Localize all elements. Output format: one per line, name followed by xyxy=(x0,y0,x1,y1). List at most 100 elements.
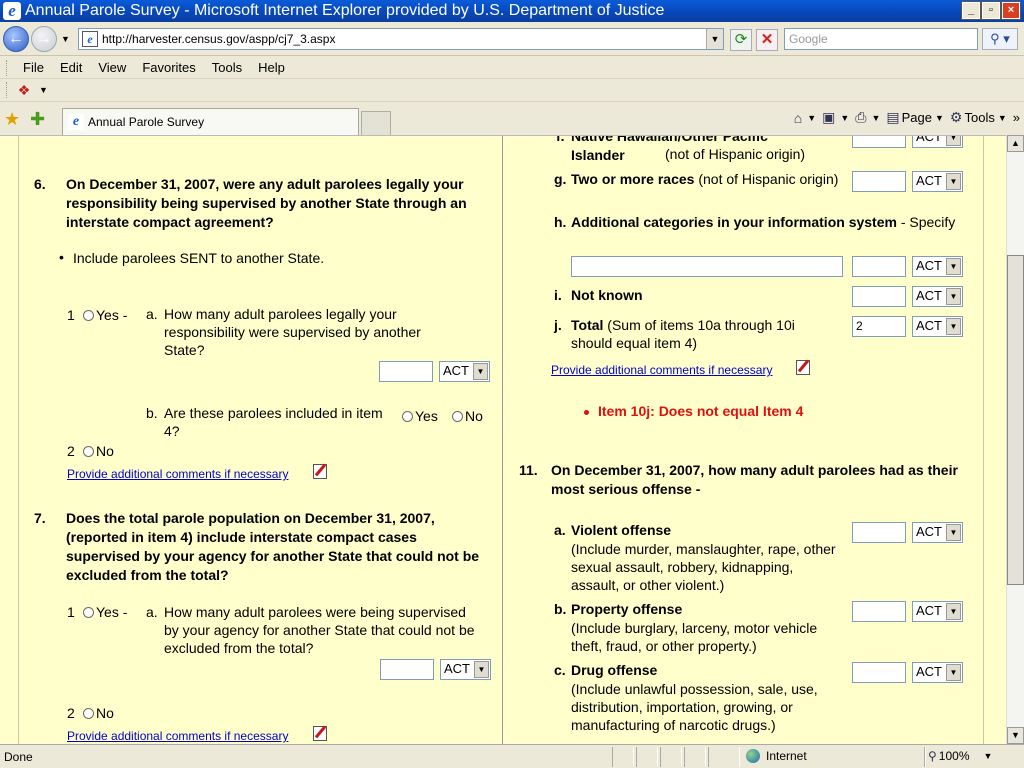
page-menu-button[interactable]: ▤ Page ▼ xyxy=(886,109,944,126)
chevron-down-icon: ▼ xyxy=(474,661,489,678)
chevron-down-icon: ▼ xyxy=(946,318,961,335)
item-g-label: g. xyxy=(554,171,567,187)
item-f-input[interactable] xyxy=(852,136,906,148)
edit-note-icon[interactable] xyxy=(313,464,327,479)
chevron-down-icon: ▼ xyxy=(946,524,961,541)
q6a-input[interactable] xyxy=(379,361,433,382)
print-button[interactable]: ⎙ ▼ xyxy=(855,109,880,126)
add-favorite-icon[interactable]: ✚ xyxy=(30,109,45,130)
scroll-thumb[interactable] xyxy=(1007,255,1024,585)
item-11a-input[interactable] xyxy=(852,522,906,543)
vertical-scrollbar[interactable]: ▲ ▼ xyxy=(1006,135,1024,744)
url-field[interactable]: e http://harvester.census.gov/aspp/cj7_3… xyxy=(78,28,724,50)
item-f-act-select[interactable]: ACT ▼ xyxy=(912,135,963,148)
chevron-down-icon: ▼ xyxy=(473,363,488,380)
more-commands-icon[interactable]: » xyxy=(1013,110,1020,125)
bullet-icon: • xyxy=(59,249,64,265)
q7a-input[interactable] xyxy=(380,659,434,680)
favorites-star-icon[interactable]: ★ xyxy=(4,109,20,130)
scroll-up-icon[interactable]: ▲ xyxy=(1007,135,1024,152)
status-cell xyxy=(636,747,658,767)
home-icon: ⌂ xyxy=(793,109,803,126)
q6b-yes-radio[interactable]: Yes xyxy=(402,407,438,425)
search-input[interactable]: Google xyxy=(784,28,978,50)
item-11b-act-select[interactable]: ACT ▼ xyxy=(912,601,963,622)
item-h-act-select[interactable]: ACT ▼ xyxy=(912,256,963,277)
q7-comments-link[interactable]: Provide additional comments if necessary xyxy=(67,729,288,743)
menu-favorites[interactable]: Favorites xyxy=(142,60,195,75)
q6-yes-radio[interactable]: Yes - xyxy=(83,306,127,324)
item-i-act-select[interactable]: ACT ▼ xyxy=(912,286,963,307)
item-11a-desc: (Include murder, manslaughter, rape, oth… xyxy=(571,541,836,593)
q7-number: 7. xyxy=(34,510,46,526)
item-h-specify-input[interactable] xyxy=(571,256,843,277)
item-11b-input[interactable] xyxy=(852,601,906,622)
item-11a-act-select[interactable]: ACT ▼ xyxy=(912,522,963,543)
addon-toolbar: ❖ ▼ xyxy=(0,79,1024,102)
toolbar-grip xyxy=(6,59,9,76)
radio-icon xyxy=(402,411,413,422)
new-tab-button[interactable] xyxy=(361,111,391,135)
scroll-down-icon[interactable]: ▼ xyxy=(1007,727,1024,744)
item-11c-act-select[interactable]: ACT ▼ xyxy=(912,662,963,683)
act-value: ACT xyxy=(916,135,942,144)
forward-button[interactable]: → xyxy=(31,26,57,52)
q6a-act-select[interactable]: ACT ▼ xyxy=(439,361,490,382)
url-dropdown-icon[interactable]: ▼ xyxy=(706,29,723,49)
page-menu-icon: ▤ xyxy=(886,109,900,125)
refresh-button[interactable]: ⟳ xyxy=(730,29,752,51)
item-j-act-select[interactable]: ACT ▼ xyxy=(912,316,963,337)
maximize-button[interactable]: ▫ xyxy=(981,1,1001,20)
radio-icon xyxy=(83,310,94,321)
zoom-icon: ⚲ xyxy=(928,749,937,763)
item-g-act-select[interactable]: ACT ▼ xyxy=(912,171,963,192)
search-button[interactable]: ⚲ ▾ xyxy=(982,28,1018,50)
q7-yes-radio[interactable]: Yes - xyxy=(83,603,127,621)
feeds-button[interactable]: ▣ ▼ xyxy=(822,109,849,126)
q10-comments-link[interactable]: Provide additional comments if necessary xyxy=(551,363,772,377)
item-11c-input[interactable] xyxy=(852,662,906,683)
close-button[interactable]: × xyxy=(1001,1,1021,20)
item-h-suffix: - Specify xyxy=(900,214,956,230)
edit-note-icon[interactable] xyxy=(313,726,327,741)
tools-menu-button[interactable]: ⚙ Tools ▼ xyxy=(950,109,1007,126)
edit-note-icon[interactable] xyxy=(796,360,810,375)
q7a-act-select[interactable]: ACT ▼ xyxy=(440,659,491,680)
url-text: http://harvester.census.gov/aspp/cj7_3.a… xyxy=(102,32,336,46)
item-j-input[interactable]: 2 xyxy=(852,316,906,337)
item-i-input[interactable] xyxy=(852,286,906,307)
addon-dropdown-icon[interactable]: ▼ xyxy=(39,85,48,95)
q6-text: On December 31, 2007, were any adult par… xyxy=(66,176,467,230)
stop-button[interactable]: ✕ xyxy=(756,29,778,51)
item-g-input[interactable] xyxy=(852,171,906,192)
act-value: ACT xyxy=(916,318,942,333)
q6-no-radio[interactable]: No xyxy=(83,442,114,460)
menu-tools[interactable]: Tools xyxy=(212,60,242,75)
back-button[interactable]: ← xyxy=(3,26,29,52)
item-11c-title: Drug offense xyxy=(571,662,658,678)
q7-no-radio[interactable]: No xyxy=(83,704,114,722)
item-11a-title: Violent offense xyxy=(571,522,672,538)
q6-comments-link[interactable]: Provide additional comments if necessary xyxy=(67,467,288,481)
minimize-button[interactable]: _ xyxy=(961,1,981,20)
item-h-input[interactable] xyxy=(852,256,906,277)
q6b-no-radio[interactable]: No xyxy=(452,407,483,425)
item-i-title: Not known xyxy=(571,287,643,303)
tab-annual-parole-survey[interactable]: e Annual Parole Survey xyxy=(62,108,359,135)
menu-view[interactable]: View xyxy=(98,60,126,75)
history-dropdown-icon[interactable]: ▼ xyxy=(61,34,70,44)
ie-logo-icon: e xyxy=(3,2,21,20)
home-button[interactable]: ⌂ ▼ xyxy=(794,110,816,126)
title-bar: e Annual Parole Survey - Microsoft Inter… xyxy=(0,0,1024,22)
zoom-control[interactable]: ⚲ 100% ▼ xyxy=(928,749,992,763)
item-11b-label: b. xyxy=(554,601,567,617)
printer-icon: ⎙ xyxy=(855,109,867,125)
status-cell xyxy=(684,747,706,767)
q6-option1-number: 1 xyxy=(67,307,75,323)
menu-edit[interactable]: Edit xyxy=(60,60,82,75)
menu-help[interactable]: Help xyxy=(258,60,285,75)
item-11a-label: a. xyxy=(554,522,566,538)
addon-icon[interactable]: ❖ xyxy=(15,82,33,98)
toolbar-grip xyxy=(6,82,9,98)
menu-file[interactable]: File xyxy=(23,60,44,75)
